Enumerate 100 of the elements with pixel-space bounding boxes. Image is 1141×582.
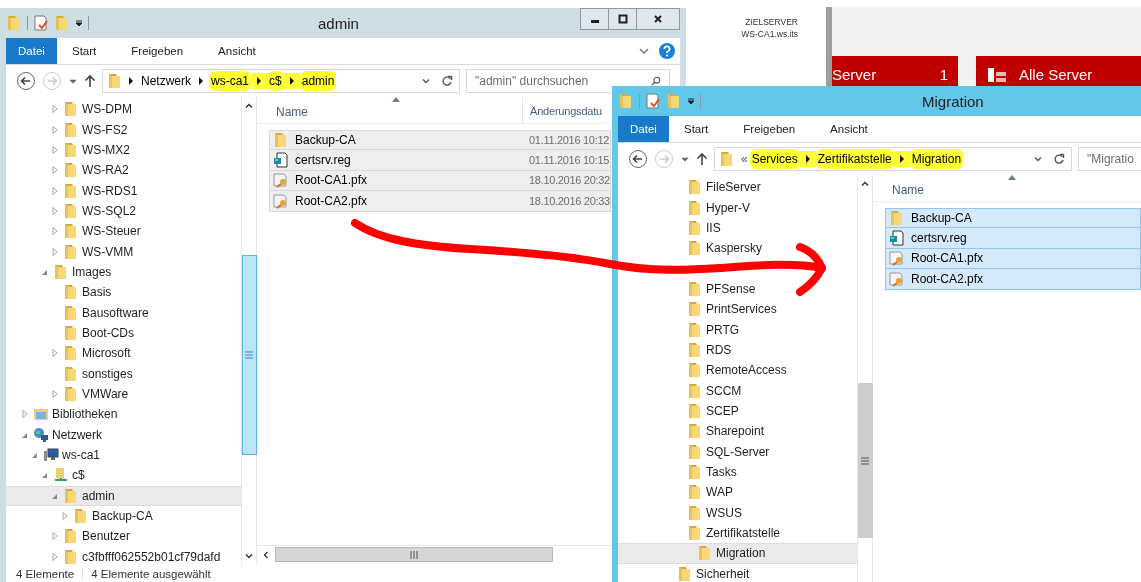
collapsed-icon[interactable]: [50, 165, 60, 176]
tree-item[interactable]: Hyper-V: [618, 197, 754, 218]
up-arrow-icon[interactable]: [696, 152, 708, 166]
tree-item[interactable]: Backup-CA: [6, 505, 157, 527]
dropdown-icon[interactable]: [421, 76, 431, 86]
collapsed-icon[interactable]: [50, 246, 60, 257]
collapsed-icon[interactable]: [50, 124, 60, 135]
file-row[interactable]: Root-CA2.pfx: [885, 269, 1141, 290]
scroll-thumb[interactable]: [857, 383, 873, 538]
scroll-up-icon[interactable]: [860, 179, 870, 189]
tree-item[interactable]: Tasks: [618, 461, 741, 483]
search-field[interactable]: "admin" durchsuchen: [466, 69, 670, 93]
tree-item[interactable]: Kaspersky: [618, 238, 767, 259]
dropdown-icon[interactable]: [687, 97, 695, 105]
search-icon[interactable]: [651, 76, 661, 86]
minimize-button[interactable]: [580, 8, 609, 30]
dropdown-icon[interactable]: [75, 19, 83, 27]
tree-item[interactable]: WSUS: [618, 502, 746, 523]
dropdown-icon[interactable]: [1033, 154, 1043, 164]
tree-item[interactable]: WS-SQL2: [6, 200, 140, 222]
tree-item[interactable]: WS-FS2: [6, 119, 132, 140]
tree-item[interactable]: IIS: [618, 217, 725, 239]
tree-item[interactable]: Zertifikatstelle: [618, 522, 785, 544]
properties-icon[interactable]: [33, 15, 49, 31]
tree-item[interactable]: Migration: [618, 543, 857, 564]
collapsed-icon[interactable]: [50, 226, 60, 237]
tree-item[interactable]: RDS: [618, 339, 736, 361]
refresh-icon[interactable]: [1053, 153, 1065, 165]
tree-item[interactable]: VMWare: [6, 383, 133, 405]
file-row[interactable]: Backup-CA 01.11.2016 10:12: [269, 130, 611, 151]
column-header[interactable]: Änderungsdatu: [523, 97, 611, 123]
collapsed-icon[interactable]: [20, 409, 30, 420]
search-field[interactable]: "Migratio: [1078, 147, 1141, 171]
column-header[interactable]: Name: [873, 175, 1141, 201]
breadcrumb[interactable]: Zertifikatstelle: [815, 149, 894, 169]
refresh-icon[interactable]: [441, 75, 453, 87]
scroll-thumb[interactable]: [241, 255, 257, 455]
server-tile[interactable]: Alle Server: [976, 56, 1141, 86]
scroll-up-icon[interactable]: [244, 101, 254, 111]
tree-item[interactable]: PRTG: [618, 319, 744, 340]
scroll-down-icon[interactable]: [244, 551, 254, 561]
breadcrumb[interactable]: c$: [267, 71, 284, 91]
tree-item[interactable]: c$: [6, 465, 89, 486]
tree-item[interactable]: Basis: [6, 282, 116, 303]
address-bar[interactable]: Netzwerk ws-ca1 c$ admin: [102, 69, 460, 93]
back-icon[interactable]: [628, 149, 648, 169]
collapsed-icon[interactable]: [50, 389, 60, 399]
address-bar[interactable]: « Services Zertifikatstelle Migration: [714, 147, 1072, 171]
scrollbar[interactable]: [857, 175, 873, 582]
collapsed-icon[interactable]: [50, 144, 60, 155]
ribbon-tab[interactable]: Ansicht: [218, 38, 256, 64]
tree-item[interactable]: FileServer: [618, 177, 765, 198]
overflow-chevron[interactable]: «: [741, 152, 748, 166]
ribbon-tab[interactable]: Freigeben: [131, 38, 184, 64]
tree-item[interactable]: WS-RA2: [6, 160, 133, 181]
tree-item[interactable]: Netzwerk: [6, 424, 106, 445]
collapsed-icon[interactable]: [50, 205, 60, 216]
file-row[interactable]: Backup-CA: [885, 208, 1141, 229]
tree-item[interactable]: SCCM: [618, 380, 746, 401]
tree-item[interactable]: RemoteAccess: [618, 360, 791, 381]
ribbon-tab[interactable]: Start: [684, 116, 709, 142]
scroll-thumb[interactable]: [275, 547, 553, 562]
properties-icon[interactable]: [645, 93, 661, 109]
file-tab[interactable]: Datei: [618, 116, 669, 142]
breadcrumb[interactable]: Migration: [909, 149, 964, 169]
collapsed-icon[interactable]: [50, 104, 60, 115]
help-icon[interactable]: [659, 43, 675, 59]
ribbon-tab[interactable]: Start: [72, 38, 97, 64]
tree-item[interactable]: Images: [6, 261, 116, 283]
tree-item[interactable]: Bibliotheken: [6, 404, 122, 425]
file-tab[interactable]: Datei: [6, 38, 57, 64]
collapsed-icon[interactable]: [50, 348, 60, 359]
collapsed-icon[interactable]: [50, 185, 60, 196]
tree-item[interactable]: Boot-CDs: [6, 322, 138, 344]
tree-item[interactable]: PrintServices: [618, 299, 781, 320]
file-row[interactable]: Root-CA2.pfx 18.10.2016 20:33: [269, 191, 611, 212]
scrollbar[interactable]: [257, 545, 611, 563]
file-row[interactable]: certsrv.reg: [885, 228, 1141, 249]
expand-ribbon-icon[interactable]: [639, 46, 649, 56]
breadcrumb[interactable]: Netzwerk: [139, 71, 193, 91]
file-row[interactable]: Root-CA1.pfx: [885, 248, 1141, 270]
scroll-left-icon[interactable]: [261, 549, 271, 560]
tree-item[interactable]: WAP: [618, 482, 737, 503]
tree-item[interactable]: admin: [6, 485, 241, 506]
collapsed-icon[interactable]: [50, 531, 60, 542]
tree-item[interactable]: WS-Steuer: [6, 221, 145, 242]
tree-item[interactable]: sonstiges: [6, 363, 137, 384]
up-arrow-icon[interactable]: [84, 74, 96, 88]
tree-item[interactable]: Microsoft: [6, 343, 135, 364]
tree-item[interactable]: Sicherheit: [618, 563, 754, 582]
file-row[interactable]: Root-CA1.pfx 18.10.2016 20:32: [269, 170, 611, 192]
tree-item[interactable]: WS-VMM: [6, 241, 138, 262]
ribbon-tab[interactable]: Freigeben: [743, 116, 796, 142]
breadcrumb[interactable]: admin: [299, 71, 337, 91]
tree-item[interactable]: Bausoftware: [6, 302, 153, 323]
file-row[interactable]: certsrv.reg 01.11.2016 10:15: [269, 150, 611, 171]
tree-item[interactable]: c3fbfff062552b01cf79dafd: [6, 546, 225, 565]
tree-item[interactable]: Benutzer: [6, 526, 135, 547]
tree-item[interactable]: WS-DPM: [6, 99, 136, 120]
tree-item[interactable]: ws-ca1: [6, 444, 104, 466]
